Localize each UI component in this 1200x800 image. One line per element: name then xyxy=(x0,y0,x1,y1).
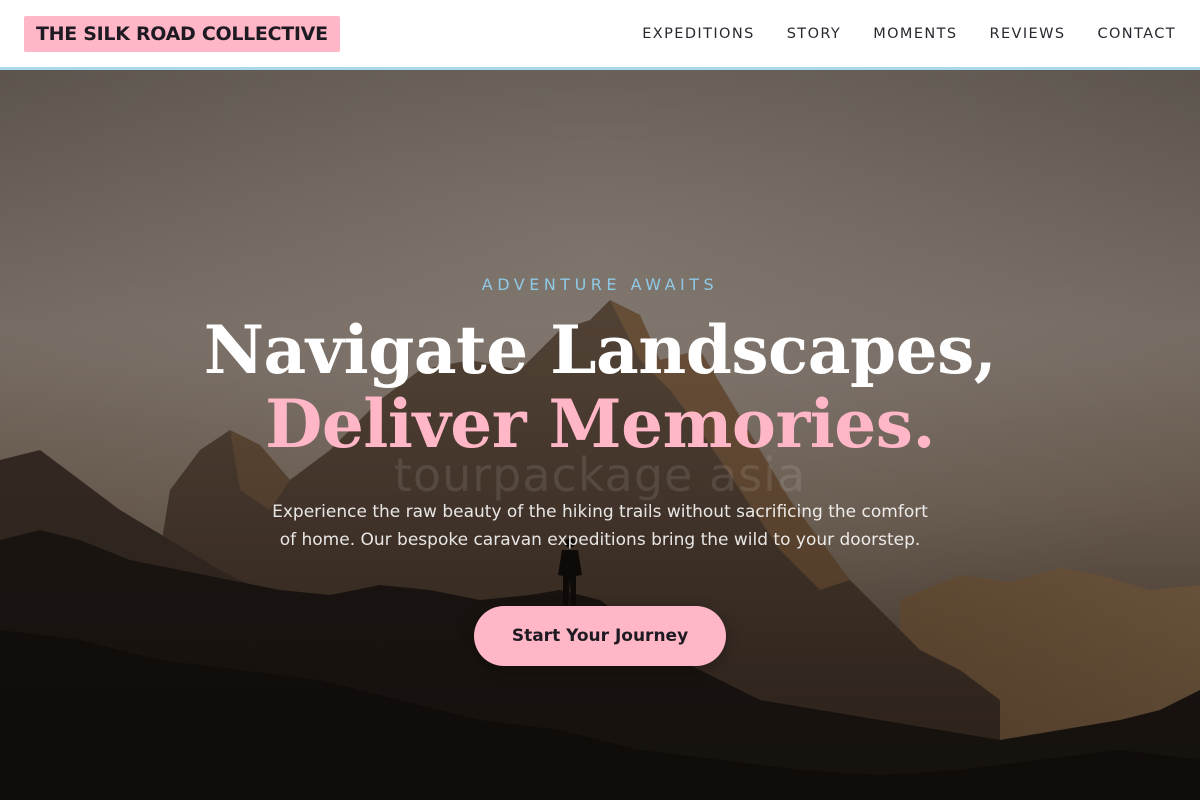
hero-headline: Navigate Landscapes, Deliver Memories. xyxy=(0,313,1200,461)
nav-link-contact[interactable]: CONTACT xyxy=(1097,26,1176,42)
headline-line-1: Navigate Landscapes, xyxy=(203,311,997,389)
nav-link-story[interactable]: STORY xyxy=(787,26,841,42)
hero-content: ADVENTURE AWAITS Navigate Landscapes, De… xyxy=(0,70,1200,800)
nav-link-expeditions[interactable]: EXPEDITIONS xyxy=(642,26,754,42)
brand-logo[interactable]: THE SILK ROAD COLLECTIVE xyxy=(24,15,340,52)
headline-line-2: Deliver Memories. xyxy=(265,385,935,463)
hero-section: tourpackage asia ADVENTURE AWAITS Naviga… xyxy=(0,70,1200,800)
start-journey-button[interactable]: Start Your Journey xyxy=(474,606,726,666)
hero-description: Experience the raw beauty of the hiking … xyxy=(272,502,928,550)
nav-link-reviews[interactable]: REVIEWS xyxy=(990,26,1066,42)
nav-link-moments[interactable]: MOMENTS xyxy=(873,26,957,42)
hero-eyebrow: ADVENTURE AWAITS xyxy=(481,275,719,294)
main-nav: EXPEDITIONS STORY MOMENTS REVIEWS CONTAC… xyxy=(642,26,1176,42)
site-header: THE SILK ROAD COLLECTIVE EXPEDITIONS STO… xyxy=(0,0,1200,70)
